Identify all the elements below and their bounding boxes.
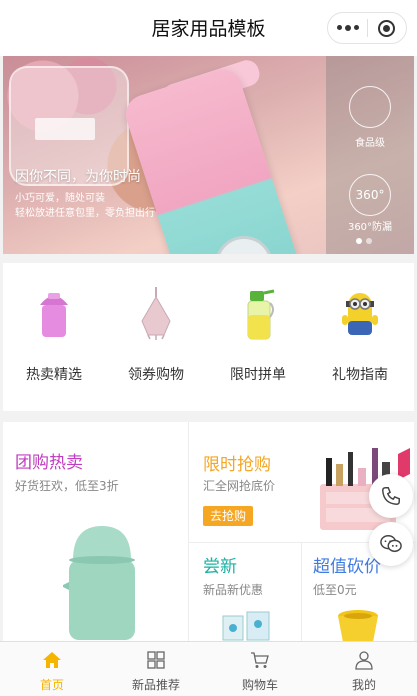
category-label: 礼物指南 xyxy=(332,367,388,383)
category-coupons[interactable]: 领券购物 xyxy=(105,263,207,411)
leakproof-icon: 360° xyxy=(349,174,391,216)
divider xyxy=(188,422,189,642)
trash-bin-icon xyxy=(40,293,68,337)
grid-icon xyxy=(147,651,165,669)
flash-sale-button[interactable]: 去抢购 xyxy=(203,506,254,526)
juicer-product-image xyxy=(63,526,135,640)
flash-sale-subtitle: 汇全网抢底价 xyxy=(203,479,276,493)
towel-icon xyxy=(141,287,171,340)
new-product-image xyxy=(222,611,270,641)
phone-button[interactable] xyxy=(369,474,413,518)
category-label: 领券购物 xyxy=(128,367,184,383)
mini-program-capsule xyxy=(327,12,407,44)
tab-bar: 首页 新品推荐 购物车 我的 xyxy=(0,641,417,696)
tab-label: 购物车 xyxy=(241,678,278,692)
promo-grid: 团购热卖 好货狂欢，低至3折 限时抢购 汇全网抢底价 去抢购 尝新 新品新优惠 xyxy=(3,422,414,642)
divider xyxy=(301,543,302,642)
category-label: 热卖精选 xyxy=(26,367,82,383)
category-nav: 热卖精选 领券购物 限时拼单 礼物指南 xyxy=(3,263,414,411)
group-buy-title: 团购热卖 xyxy=(15,453,83,473)
bargain-product-image xyxy=(338,610,378,642)
more-icon[interactable] xyxy=(328,24,367,31)
chat-icon xyxy=(380,535,402,553)
banner-carousel[interactable]: 食品级 360° 360°防漏 因你不同，为你时尚 小巧可爱，随处可装 轻松放进… xyxy=(3,56,414,254)
close-mini-program-icon[interactable] xyxy=(368,19,406,37)
tab-home[interactable]: 首页 xyxy=(0,642,104,696)
minion-toy-icon xyxy=(342,293,378,335)
food-grade-label: 食品级 xyxy=(355,138,385,149)
cart-icon xyxy=(251,652,269,668)
banner-feature-panel: 食品级 360° 360°防漏 xyxy=(326,56,414,254)
leakproof-label: 360°防漏 xyxy=(347,222,393,233)
customer-service-button[interactable] xyxy=(369,522,413,566)
new-arrivals-title: 尝新 xyxy=(203,557,237,577)
category-gift-guide[interactable]: 礼物指南 xyxy=(309,263,411,411)
banner-subtitle-1: 小巧可爱，随处可装 xyxy=(15,193,105,204)
banner-slogan: 因你不同，为你时尚 xyxy=(15,169,141,185)
oil-bottle-icon xyxy=(247,289,275,340)
banner-bottle-image xyxy=(120,64,302,254)
tab-label: 我的 xyxy=(351,678,376,692)
nav-bar: 居家用品模板 xyxy=(0,0,417,56)
tab-new-products[interactable]: 新品推荐 xyxy=(104,642,208,696)
pager-dot[interactable] xyxy=(366,238,372,244)
bargain-title: 超值砍价 xyxy=(313,557,381,577)
banner-pager xyxy=(356,238,372,244)
food-grade-icon xyxy=(349,86,391,128)
banner-subtitle-2: 轻松放进任意包里，零负担出行 xyxy=(15,208,155,219)
flash-sale-title: 限时抢购 xyxy=(203,455,271,475)
home-icon xyxy=(43,652,61,668)
phone-icon xyxy=(382,487,400,505)
new-arrivals-subtitle: 新品新优惠 xyxy=(203,583,264,597)
tab-cart[interactable]: 购物车 xyxy=(208,642,312,696)
user-icon xyxy=(355,651,373,670)
banner-jar-label xyxy=(35,118,95,140)
tab-label: 首页 xyxy=(39,678,64,692)
bargain-subtitle: 低至0元 xyxy=(313,583,357,597)
group-buy-subtitle: 好货狂欢，低至3折 xyxy=(15,479,119,493)
category-label: 限时拼单 xyxy=(230,367,286,383)
pager-dot-active[interactable] xyxy=(356,238,362,244)
tab-profile[interactable]: 我的 xyxy=(312,642,416,696)
category-flash-group[interactable]: 限时拼单 xyxy=(207,263,309,411)
category-hot-picks[interactable]: 热卖精选 xyxy=(3,263,105,411)
tab-label: 新品推荐 xyxy=(131,678,180,692)
